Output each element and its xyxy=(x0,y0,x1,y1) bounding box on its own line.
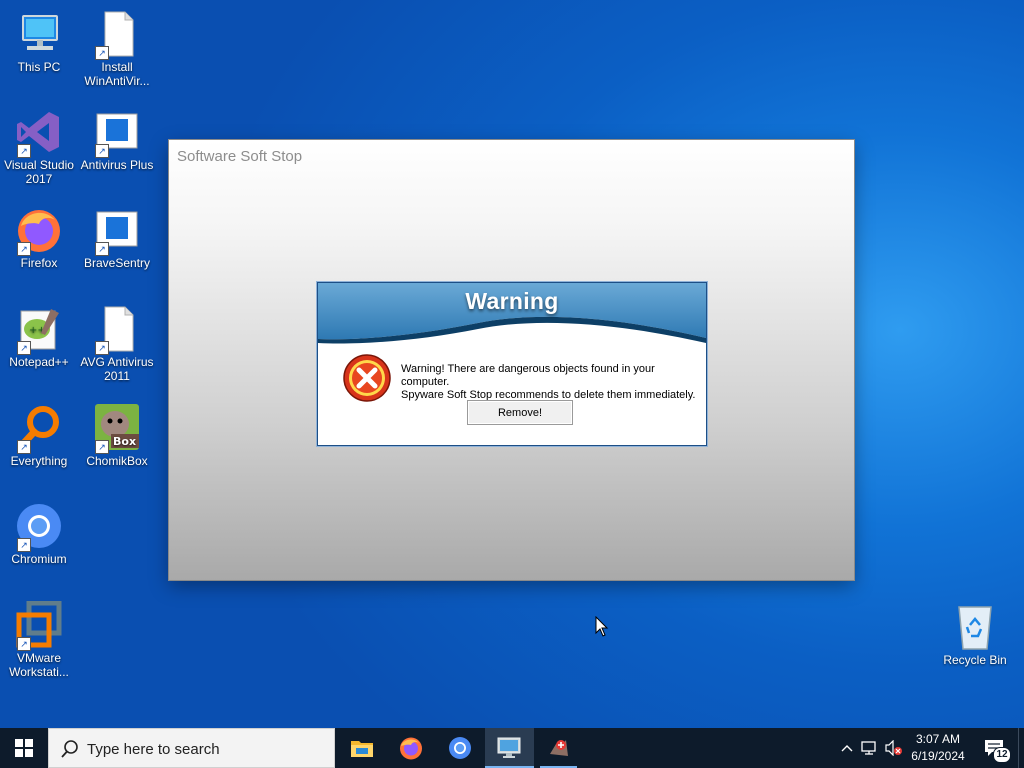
svg-text:Box: Box xyxy=(113,435,136,448)
remove-button[interactable]: Remove! xyxy=(467,400,573,425)
tray-volume[interactable] xyxy=(882,728,904,768)
desktop-icon-notepad-plus-plus[interactable]: ++ ↗ Notepad++ xyxy=(0,305,78,369)
windows-logo-icon xyxy=(15,739,33,757)
search-icon xyxy=(61,740,78,758)
desktop-icon-label: Firefox xyxy=(20,256,58,270)
desktop-icon-label: Antivirus Plus xyxy=(80,158,154,172)
taskbar-file-explorer[interactable] xyxy=(338,728,387,768)
desktop-icon-label: This PC xyxy=(17,60,61,74)
taskbar-search-box[interactable] xyxy=(48,728,335,768)
desktop-icon-label: Recycle Bin xyxy=(943,653,1007,667)
this-pc-icon xyxy=(15,10,63,58)
taskbar-firefox[interactable] xyxy=(387,728,436,768)
desktop-icon-avg-antivirus[interactable]: ↗ AVG Antivirus 2011 xyxy=(78,305,156,383)
document-icon: ↗ xyxy=(93,10,141,60)
desktop-icon-label: BraveSentry xyxy=(83,256,151,270)
clock-date: 6/19/2024 xyxy=(911,749,965,763)
desktop-icon-chromium[interactable]: ↗ Chromium xyxy=(0,502,78,566)
notepad-plus-plus-icon: ++ ↗ xyxy=(15,305,63,355)
taskbar-remote-desktop[interactable] xyxy=(485,728,534,768)
desktop-icon-label: VMware Workstati... xyxy=(9,651,69,679)
shortcut-arrow-icon: ↗ xyxy=(17,637,31,651)
dialog-heading: Warning xyxy=(465,288,559,314)
recycle-bin-icon xyxy=(951,603,999,651)
taskbar-clock[interactable]: 3:07 AM 6/19/2024 xyxy=(905,731,971,765)
shortcut-arrow-icon: ↗ xyxy=(17,538,31,552)
window-title: Software Soft Stop xyxy=(177,148,303,165)
desktop-icon-label: Chromium xyxy=(11,552,67,566)
firefox-icon: ↗ xyxy=(15,206,63,256)
tray-network[interactable] xyxy=(858,728,880,768)
remote-desktop-icon xyxy=(497,737,521,758)
desktop-icon-install-winantivirus[interactable]: ↗ Install WinAntiVir... xyxy=(78,10,156,88)
desktop-icon-label: Visual Studio 2017 xyxy=(4,158,74,186)
desktop-icon-antivirus-plus[interactable]: ↗ Antivirus Plus xyxy=(78,108,156,172)
mouse-cursor-icon xyxy=(595,616,609,637)
search-input[interactable] xyxy=(87,738,327,760)
desktop-icon-vmware-workstation[interactable]: ↗ VMware Workstati... xyxy=(0,600,78,679)
desktop-icon-label: Everything xyxy=(10,454,68,468)
dialog-message-line-1: Warning! There are dangerous objects fou… xyxy=(401,363,655,388)
notification-count-badge: 12 xyxy=(993,747,1011,763)
dialog-message: Warning! There are dangerous objects fou… xyxy=(401,363,706,402)
application-window-icon: ↗ xyxy=(93,206,141,256)
shortcut-arrow-icon: ↗ xyxy=(17,144,31,158)
desktop-icon-label: AVG Antivirus 2011 xyxy=(80,355,154,383)
file-explorer-icon xyxy=(351,741,373,757)
clock-time: 3:07 AM xyxy=(915,732,961,746)
shortcut-arrow-icon: ↗ xyxy=(95,341,109,355)
error-icon xyxy=(343,354,391,402)
software-soft-stop-icon xyxy=(550,740,568,756)
volume-muted-icon xyxy=(885,740,902,756)
shortcut-arrow-icon: ↗ xyxy=(17,440,31,454)
tray-show-hidden[interactable] xyxy=(836,728,858,768)
start-button[interactable] xyxy=(0,728,48,768)
desktop-icon-recycle-bin[interactable]: Recycle Bin xyxy=(936,603,1014,667)
chevron-up-icon xyxy=(841,745,853,752)
network-icon xyxy=(861,741,876,755)
chromium-icon: ↗ xyxy=(15,502,63,552)
desktop-icon-bravesentry[interactable]: ↗ BraveSentry xyxy=(78,206,156,270)
chromium-icon xyxy=(449,737,471,759)
taskbar-software-soft-stop[interactable] xyxy=(534,728,583,768)
desktop-icon-everything[interactable]: ↗ Everything xyxy=(0,404,78,468)
desktop-icon-label: ChomikBox xyxy=(86,454,148,468)
desktop-icon-visual-studio[interactable]: ↗ Visual Studio 2017 xyxy=(0,108,78,186)
shortcut-arrow-icon: ↗ xyxy=(95,144,109,158)
warning-dialog: Warning Warning! There are dangerous obj… xyxy=(317,282,707,446)
shortcut-arrow-icon: ↗ xyxy=(95,46,109,60)
show-desktop-button[interactable] xyxy=(1018,728,1024,768)
shortcut-arrow-icon: ↗ xyxy=(17,242,31,256)
taskbar-chromium[interactable] xyxy=(436,728,485,768)
vmware-icon: ↗ xyxy=(15,600,63,651)
document-icon: ↗ xyxy=(93,305,141,355)
desktop-icon-label: Install WinAntiVir... xyxy=(84,60,150,88)
application-window-icon: ↗ xyxy=(93,108,141,158)
shortcut-arrow-icon: ↗ xyxy=(95,440,109,454)
action-center-button[interactable]: 12 xyxy=(978,728,1014,768)
shortcut-arrow-icon: ↗ xyxy=(95,242,109,256)
firefox-icon xyxy=(400,737,422,760)
visual-studio-icon: ↗ xyxy=(15,108,63,158)
desktop-icon-firefox[interactable]: ↗ Firefox xyxy=(0,206,78,270)
desktop-icon-label: Notepad++ xyxy=(9,355,69,369)
everything-search-icon: ↗ xyxy=(15,404,63,454)
shortcut-arrow-icon: ↗ xyxy=(17,341,31,355)
desktop-icon-chomikbox[interactable]: Box ↗ ChomikBox xyxy=(78,404,156,468)
desktop-icon-this-pc[interactable]: This PC xyxy=(0,10,78,74)
taskbar: 3:07 AM 6/19/2024 12 xyxy=(0,728,1024,768)
chomikbox-icon: Box ↗ xyxy=(93,404,141,454)
